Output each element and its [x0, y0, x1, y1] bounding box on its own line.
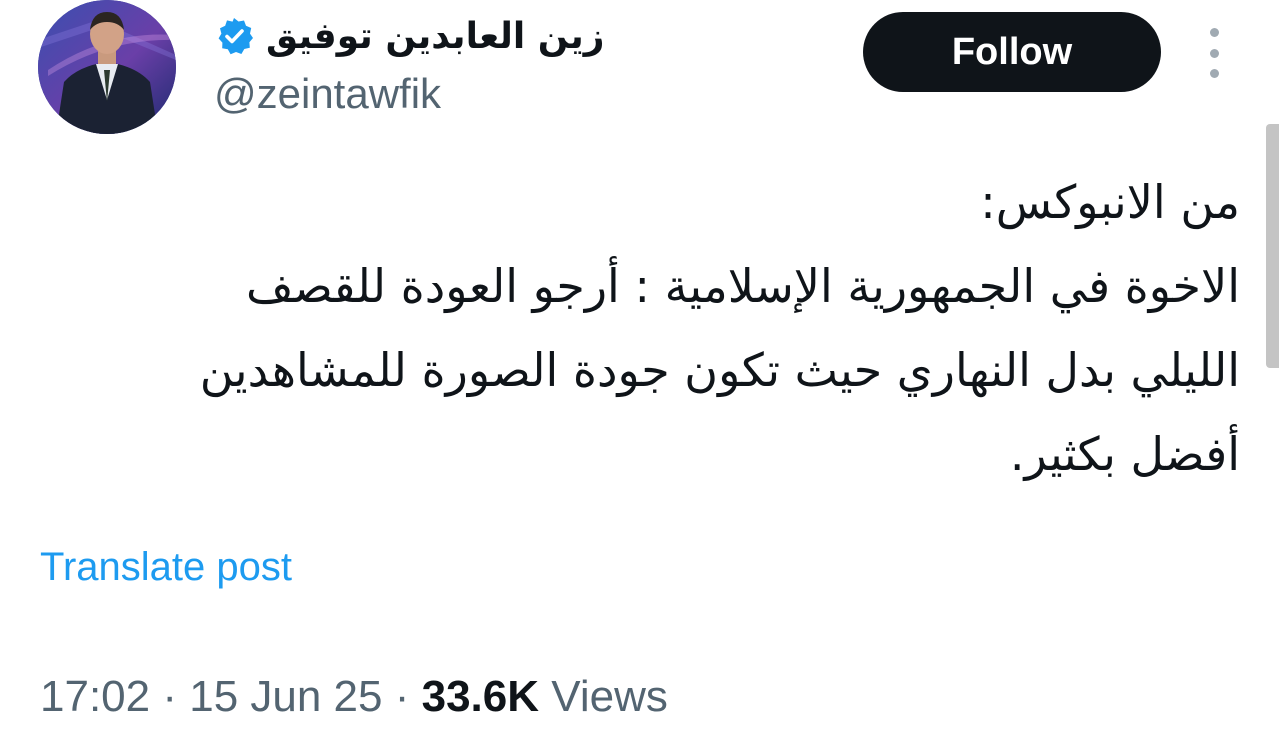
more-dot [1209, 48, 1219, 58]
views-count[interactable]: 33.6K [422, 672, 539, 721]
post-text-line: أفضل بكثير. [1009, 427, 1240, 481]
more-dot [1209, 28, 1219, 37]
scrollbar[interactable] [1266, 124, 1279, 368]
post-meta: 17:02 · 15 Jun 25 · 33.6K Views [40, 672, 668, 722]
post-text-line: الاخوة في الجمهورية الإسلامية : أرجو الع… [246, 259, 1240, 313]
post-text: من الانبوكس: الاخوة في الجمهورية الإسلام… [60, 160, 1240, 496]
more-dot [1209, 69, 1219, 78]
follow-button[interactable]: Follow [863, 12, 1161, 92]
meta-separator: · [382, 672, 422, 721]
views-label: Views [551, 672, 668, 721]
post-text-line: من الانبوكس: [980, 175, 1240, 229]
author-name-row: زين العابدين توفيق [214, 6, 604, 66]
meta-separator: · [150, 672, 190, 721]
author-display-name[interactable]: زين العابدين توفيق [266, 16, 604, 57]
author-handle[interactable]: @zeintawfik [214, 70, 441, 118]
more-vertical-icon[interactable] [1202, 28, 1226, 78]
post-text-line: الليلي بدل النهاري حيث تكون جودة الصورة … [199, 343, 1240, 397]
translate-post-link[interactable]: Translate post [40, 545, 292, 590]
avatar[interactable] [38, 0, 176, 134]
verified-badge-icon [214, 16, 254, 56]
avatar-image [38, 0, 176, 134]
post-date[interactable]: 15 Jun 25 [189, 672, 382, 721]
post-time[interactable]: 17:02 [40, 672, 150, 721]
